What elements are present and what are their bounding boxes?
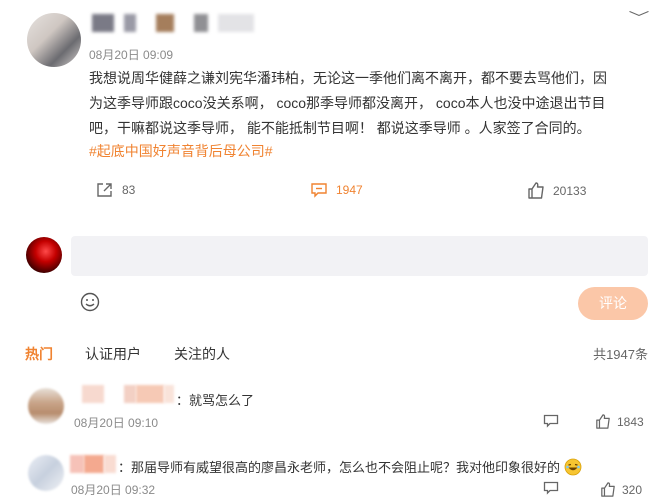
comment-text: ：就骂怎么了: [176, 393, 255, 408]
comment-timestamp: 08月20日 09:32: [71, 483, 156, 497]
comment-username[interactable]: [82, 385, 174, 403]
thumbs-up-icon: [528, 182, 544, 199]
submit-comment-button[interactable]: 评论: [578, 287, 648, 320]
comment-text-content: ：那届导师有威望很高的廖昌永老师，怎么也不会阻止呢？我对他印象很好的: [118, 460, 561, 475]
share-icon: [97, 183, 112, 197]
comment-button[interactable]: 1947: [310, 182, 363, 198]
comment-icon: [311, 183, 327, 198]
post-text: 我想说周华健薛之谦刘宪华潘玮柏，无论这一季他们离不离开，都不要去骂他们，因为这季…: [89, 70, 607, 136]
laughing-emoji-icon: [564, 458, 582, 476]
list-item: ：就骂怎么了 08月20日 09:10 1843: [0, 380, 660, 440]
weibo-post: ﹀ 08月20日 09:09 我想说周华健薛之谦刘宪华潘玮柏，无论这一季他们离不…: [0, 0, 660, 230]
comment-text: ：那届导师有威望很高的廖昌永老师，怎么也不会阻止呢？我对他印象很好的: [118, 457, 582, 476]
current-user-avatar: [26, 237, 62, 273]
like-count: 20133: [553, 183, 587, 198]
tab-hot[interactable]: 热门: [25, 344, 53, 364]
comment-count: 1947: [336, 183, 363, 197]
list-item: ：那届导师有威望很高的廖昌永老师，怎么也不会阻止呢？我对他印象很好的 08月20…: [0, 448, 660, 497]
thumbs-up-icon: [596, 414, 610, 429]
post-timestamp[interactable]: 08月20日 09:09: [89, 46, 173, 63]
reply-button[interactable]: [543, 414, 559, 428]
like-count: 320: [622, 482, 643, 497]
avatar[interactable]: [28, 455, 64, 491]
comment-tabs: 热门 认证用户 关注的人 共1947条: [0, 344, 660, 364]
emoji-icon: [80, 292, 100, 312]
share-count: 83: [122, 183, 136, 197]
chevron-down-icon[interactable]: ﹀: [629, 8, 650, 28]
tab-verified-users[interactable]: 认证用户: [85, 344, 141, 364]
reply-button[interactable]: [543, 481, 559, 495]
comment-icon: [543, 481, 559, 495]
avatar[interactable]: [28, 388, 64, 424]
comment-username[interactable]: [70, 455, 116, 473]
comment-timestamp: 08月20日 09:10: [74, 416, 159, 430]
comment-input[interactable]: [71, 236, 648, 276]
like-button[interactable]: 20133: [527, 182, 586, 199]
thumbs-up-icon: [601, 482, 615, 497]
comment-total: 共1947条: [593, 347, 648, 362]
topic-link[interactable]: #起底中国好声音背后母公司#: [89, 141, 273, 161]
share-button[interactable]: 83: [96, 182, 135, 198]
post-username[interactable]: [92, 14, 254, 32]
emoji-button[interactable]: [80, 292, 100, 312]
post-actions: 83 1947 20133: [0, 178, 660, 206]
avatar[interactable]: [27, 13, 81, 67]
tab-following[interactable]: 关注的人: [174, 344, 230, 364]
like-button[interactable]: 320: [600, 482, 642, 497]
like-button[interactable]: 1843: [595, 414, 644, 429]
comment-icon: [543, 414, 559, 428]
like-count: 1843: [617, 414, 644, 429]
